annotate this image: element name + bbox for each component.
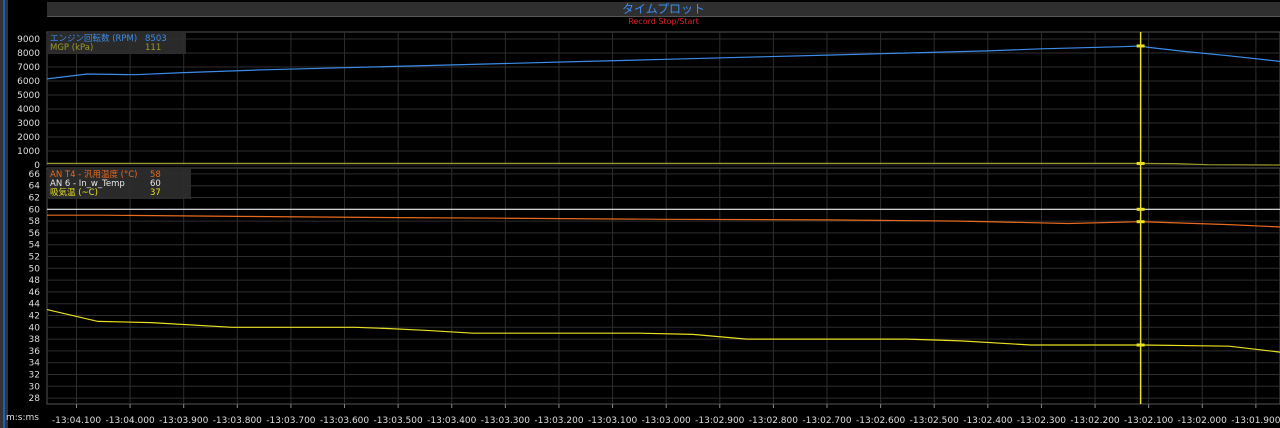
time-plot-chart[interactable]: 0100020003000400050006000700080009000 エンジ… [0, 0, 1280, 428]
y-tick-label: 28 [29, 394, 41, 404]
y-tick-label: 9000 [17, 35, 40, 45]
x-tick-label: -13:03.600 [320, 416, 369, 426]
x-tick-label: -13:04.000 [105, 416, 154, 426]
y-tick-label: 3000 [17, 119, 40, 129]
temp-panel-legend: AN T4 - 汎用温度 (°C) 58AN 6 - In_w_Temp 60吸気温… [48, 169, 191, 199]
y-tick-label: 4000 [17, 105, 40, 115]
x-tick-label: -13:02.200 [1070, 416, 1119, 426]
x-tick-label: -13:03.700 [266, 416, 315, 426]
x-tick-label: -13:03.500 [374, 416, 423, 426]
y-tick-label: 36 [29, 347, 41, 357]
cursor-value-marker [1136, 44, 1145, 48]
y-tick-label: 34 [29, 359, 41, 369]
y-tick-label: 60 [29, 205, 41, 215]
y-tick-label: 8000 [17, 49, 40, 59]
x-tick-label: -13:04.100 [52, 416, 101, 426]
x-tick-label: -13:02.000 [1178, 416, 1227, 426]
y-tick-label: 62 [29, 194, 40, 204]
x-tick-label: -13:02.300 [1017, 416, 1066, 426]
y-tick-label: 48 [29, 276, 41, 286]
x-tick-label: -13:01.900 [1231, 416, 1280, 426]
cursor-value-marker [1136, 343, 1145, 347]
rpm-panel: 0100020003000400050006000700080009000 エンジ… [17, 31, 1280, 171]
x-tick-label: -13:03.400 [427, 416, 476, 426]
y-tick-label: 52 [29, 253, 40, 263]
y-tick-label: 42 [29, 312, 40, 322]
y-tick-label: 6000 [17, 77, 40, 87]
x-tick-label: -13:03.900 [159, 416, 208, 426]
y-tick-label: 66 [29, 170, 41, 180]
x-tick-label: -13:02.500 [910, 416, 959, 426]
y-tick-label: 38 [29, 335, 41, 345]
cursor-value-marker [1136, 220, 1145, 224]
x-tick-label: -13:02.600 [856, 416, 905, 426]
y-tick-label: 64 [29, 182, 41, 192]
cursor-value-marker [1136, 161, 1145, 165]
rpm-panel-legend: エンジン回転数 (RPM) 8503MGP (kPa) 111 [48, 33, 186, 54]
y-tick-label: 46 [29, 288, 41, 298]
x-tick-label: -13:03.200 [534, 416, 583, 426]
legend-entry-name: MGP (kPa) [50, 43, 93, 53]
cursor-value-marker [1136, 207, 1145, 211]
legend-entry-name: 吸気温 (~C) [50, 187, 98, 198]
y-tick-label: 30 [29, 382, 41, 392]
y-tick-label: 44 [29, 300, 41, 310]
x-tick-label: -13:03.000 [642, 416, 691, 426]
x-tick-label: -13:02.400 [963, 416, 1012, 426]
y-tick-label: 1000 [17, 147, 40, 157]
y-tick-label: 5000 [17, 91, 40, 101]
x-tick-label: -13:02.900 [695, 416, 744, 426]
x-axis-label: m:s:ms [6, 413, 39, 423]
legend-entry-value: 111 [145, 43, 161, 53]
x-tick-label: -13:02.800 [749, 416, 798, 426]
y-tick-label: 32 [29, 371, 40, 381]
y-tick-label: 54 [29, 241, 41, 251]
x-tick-label: -13:02.100 [1124, 416, 1173, 426]
legend-entry-value: 37 [150, 188, 161, 198]
x-tick-label: -13:03.100 [588, 416, 637, 426]
temp-panel: 28 3032 34 36 38 4042 44 46 48 5052 54 56 58 6062 64 66… [29, 167, 1280, 405]
x-tick-label: -13:03.800 [213, 416, 262, 426]
y-tick-label: 40 [29, 323, 41, 333]
x-tick-label: -13:02.700 [802, 416, 851, 426]
y-tick-label: 2000 [17, 133, 40, 143]
y-tick-label: 56 [29, 229, 41, 239]
y-tick-label: 50 [29, 264, 41, 274]
x-tick-label: -13:03.300 [481, 416, 530, 426]
y-tick-label: 7000 [17, 63, 40, 73]
y-tick-label: 58 [29, 217, 41, 227]
